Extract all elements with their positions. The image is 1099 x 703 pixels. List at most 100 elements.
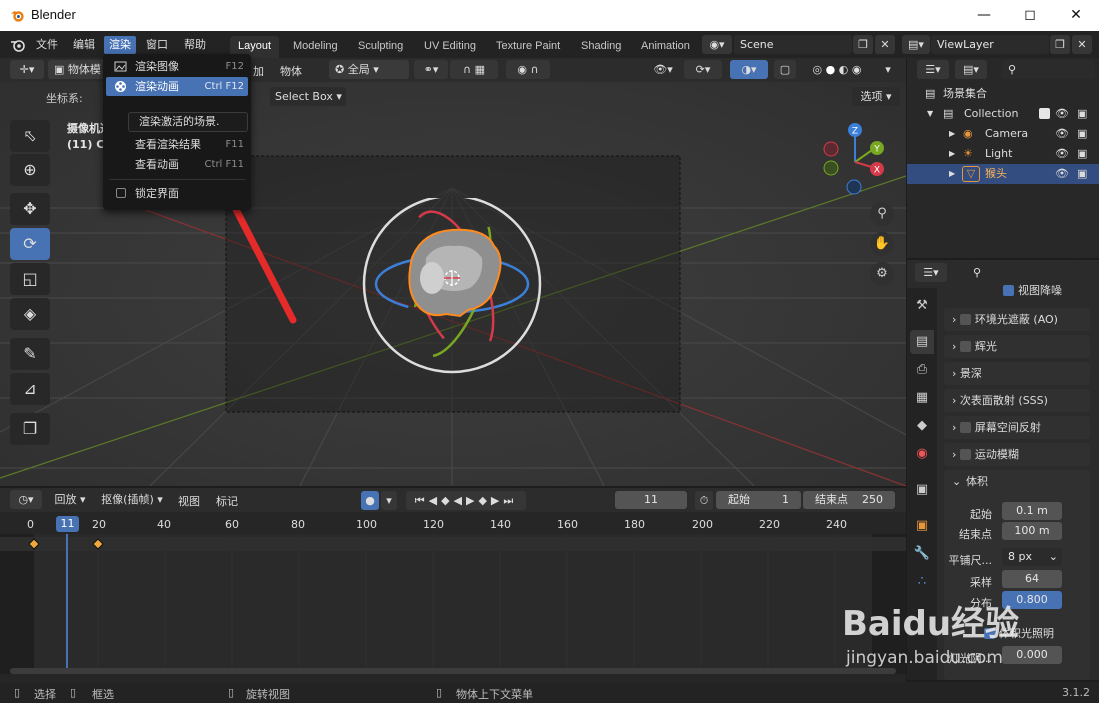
proportional-edit-icon[interactable]: ◉ ∩	[506, 60, 550, 79]
panel-ao[interactable]: › 环境光遮蔽 (AO)	[944, 308, 1090, 331]
panel-checkbox[interactable]	[959, 314, 971, 325]
chevron-down-icon[interactable]: ⌄	[952, 470, 961, 493]
overlay-icon[interactable]: ◑▾	[730, 60, 768, 79]
panel-sss[interactable]: › 次表面散射 (SSS)	[944, 389, 1090, 412]
playback-menu[interactable]: 回放 ▾	[48, 490, 92, 509]
menu-file[interactable]: 文件	[31, 36, 63, 54]
current-frame-field[interactable]: 11	[615, 491, 687, 509]
outliner-display-mode-icon[interactable]: ▤▾	[955, 60, 987, 79]
properties-editor-type-icon[interactable]: ☰▾	[915, 263, 947, 282]
menu-add[interactable]: 加	[253, 63, 264, 79]
outliner-row-camera[interactable]: ▶ ◉ Camera 👁 ▣	[907, 124, 1099, 144]
menu-item-lock-interface[interactable]: 锁定界面	[106, 184, 248, 203]
scene-tab-icon[interactable]: ◆	[910, 414, 934, 438]
panel-ssr[interactable]: › 屏幕空间反射	[944, 416, 1090, 439]
panel-checkbox[interactable]	[959, 422, 971, 433]
shading-options-icon[interactable]: ▾	[878, 60, 898, 79]
tab-texture-paint[interactable]: Texture Paint	[488, 36, 568, 58]
eye-icon[interactable]: 👁	[1055, 164, 1069, 184]
menu-item-render-animation[interactable]: 渲染动画 Ctrl F12	[106, 77, 248, 96]
eye-icon[interactable]: 👁	[1055, 124, 1069, 144]
pivot-icon[interactable]: ⚭▾	[414, 60, 448, 79]
panel-bloom[interactable]: › 辉光	[944, 335, 1090, 358]
panel-motion-blur[interactable]: › 运动模糊	[944, 443, 1090, 466]
denoise-checkbox[interactable]	[1003, 285, 1014, 296]
camera-render-icon[interactable]: ▣	[1077, 124, 1087, 144]
outliner-row-monkey[interactable]: ▶ ▽ 猴头 👁 ▣	[907, 164, 1099, 184]
play-icon[interactable]: ▶	[466, 494, 478, 507]
tab-animation[interactable]: Animation	[633, 36, 698, 58]
scene-name-field[interactable]: Scene	[734, 35, 852, 54]
vol-samples-field[interactable]: 64	[1002, 570, 1062, 588]
orientation-dropdown[interactable]: ✪ 全局 ▾	[329, 60, 409, 79]
viewlayer-copy-icon[interactable]: ❐	[1050, 35, 1070, 54]
keying-menu[interactable]: 抠像(插帧) ▾	[96, 490, 168, 509]
wireframe-shading-icon[interactable]: ◎	[813, 63, 823, 76]
annotate-tool[interactable]: ✎	[10, 338, 50, 370]
menu-item-render-image[interactable]: 渲染图像 F12	[106, 57, 248, 76]
select-box-tool[interactable]: ⬁	[10, 120, 50, 152]
pan-hand-icon[interactable]: ✋	[870, 232, 894, 256]
menu-object[interactable]: 物体	[280, 63, 302, 79]
xray-icon[interactable]: ▢	[774, 60, 796, 79]
menu-window[interactable]: 窗口	[141, 36, 173, 54]
timeline-marker-menu[interactable]: 标记	[216, 493, 238, 509]
prev-keyframe-icon[interactable]: ◀◆	[429, 494, 454, 507]
camera-render-icon[interactable]: ▣	[1077, 164, 1087, 184]
particles-tab-icon[interactable]: ∴	[910, 570, 934, 594]
panel-dof[interactable]: › 景深	[944, 362, 1090, 385]
collection-include-checkbox[interactable]	[1039, 108, 1050, 119]
outliner-row-light[interactable]: ▶ ☀ Light 👁 ▣	[907, 144, 1099, 164]
camera-render-icon[interactable]: ▣	[1077, 104, 1087, 124]
timeline-scrollbar[interactable]	[10, 668, 896, 674]
blender-menu-icon[interactable]	[10, 38, 26, 52]
eye-icon[interactable]: 👁	[1055, 144, 1069, 164]
collection-tab-icon[interactable]: ▣	[910, 478, 934, 502]
view-layer-tab-icon[interactable]: ▦	[910, 386, 934, 410]
editor-type-icon[interactable]: ✛▾	[10, 60, 44, 79]
world-tab-icon[interactable]: ◉	[910, 442, 934, 466]
scale-tool[interactable]: ◱	[10, 263, 50, 295]
tab-shading[interactable]: Shading	[573, 36, 629, 58]
camera-view-icon[interactable]: ⚙	[870, 262, 894, 286]
vol-start-field[interactable]: 0.1 m	[1002, 502, 1062, 520]
scene-copy-icon[interactable]: ❐	[853, 35, 873, 54]
viewlayer-close-icon[interactable]: ✕	[1072, 35, 1092, 54]
menu-help[interactable]: 帮助	[179, 36, 211, 54]
eye-icon[interactable]: 👁	[1055, 104, 1069, 124]
tab-modeling[interactable]: Modeling	[285, 36, 346, 58]
expand-icon[interactable]: ▶	[949, 164, 955, 184]
options-dropdown[interactable]: 选项 ▾	[852, 87, 900, 106]
menu-render[interactable]: 渲染	[104, 36, 136, 54]
timeline-ruler[interactable]: 0 20 40 60 80 100 120 140 160 180 200 22…	[0, 514, 906, 534]
keying-options-icon[interactable]: ▾	[381, 491, 397, 510]
viewlayer-name-field[interactable]: ViewLayer	[931, 35, 1049, 54]
render-tab-icon[interactable]: ▤	[910, 330, 934, 354]
maximize-button[interactable]: ◻	[1007, 0, 1053, 31]
rendered-shading-icon[interactable]: ◉	[852, 63, 862, 76]
outliner-search-input[interactable]: ⚲	[1002, 60, 1095, 79]
object-tab-icon[interactable]: ▣	[910, 514, 934, 538]
mode-dropdown[interactable]: ▣ 物体模	[48, 60, 106, 79]
panel-checkbox[interactable]	[959, 341, 971, 352]
properties-search-input[interactable]: ⚲	[967, 263, 1079, 282]
stopwatch-icon[interactable]: ⏱	[695, 491, 713, 510]
menu-edit[interactable]: 编辑	[68, 36, 100, 54]
expand-icon[interactable]: ▶	[949, 124, 955, 144]
zoom-icon[interactable]: ⚲	[870, 202, 894, 226]
next-keyframe-icon[interactable]: ◆▶	[478, 494, 503, 507]
viewlayer-selector-icon[interactable]: ▤▾	[902, 35, 930, 54]
outliner-editor-type-icon[interactable]: ☰▾	[917, 60, 949, 79]
menu-item-view-animation[interactable]: 查看动画 Ctrl F11	[106, 155, 248, 174]
tab-sculpting[interactable]: Sculpting	[350, 36, 411, 58]
solid-shading-icon[interactable]: ●	[826, 63, 836, 76]
scene-selector-icon[interactable]: ◉▾	[702, 35, 732, 54]
timeline-tracks[interactable]	[0, 534, 906, 674]
auto-keying-icon[interactable]: ●	[361, 491, 379, 510]
outliner-row-scene-collection[interactable]: ▤ 场景集合	[907, 84, 1099, 104]
outliner-row-collection[interactable]: ▼ ▤ Collection 👁 ▣	[907, 104, 1099, 124]
vol-tile-dropdown[interactable]: 8 px ⌄	[1002, 548, 1062, 566]
material-shading-icon[interactable]: ◐	[839, 63, 849, 76]
timeline-editor-type-icon[interactable]: ◷▾	[10, 490, 42, 509]
close-button[interactable]: ✕	[1053, 0, 1099, 31]
